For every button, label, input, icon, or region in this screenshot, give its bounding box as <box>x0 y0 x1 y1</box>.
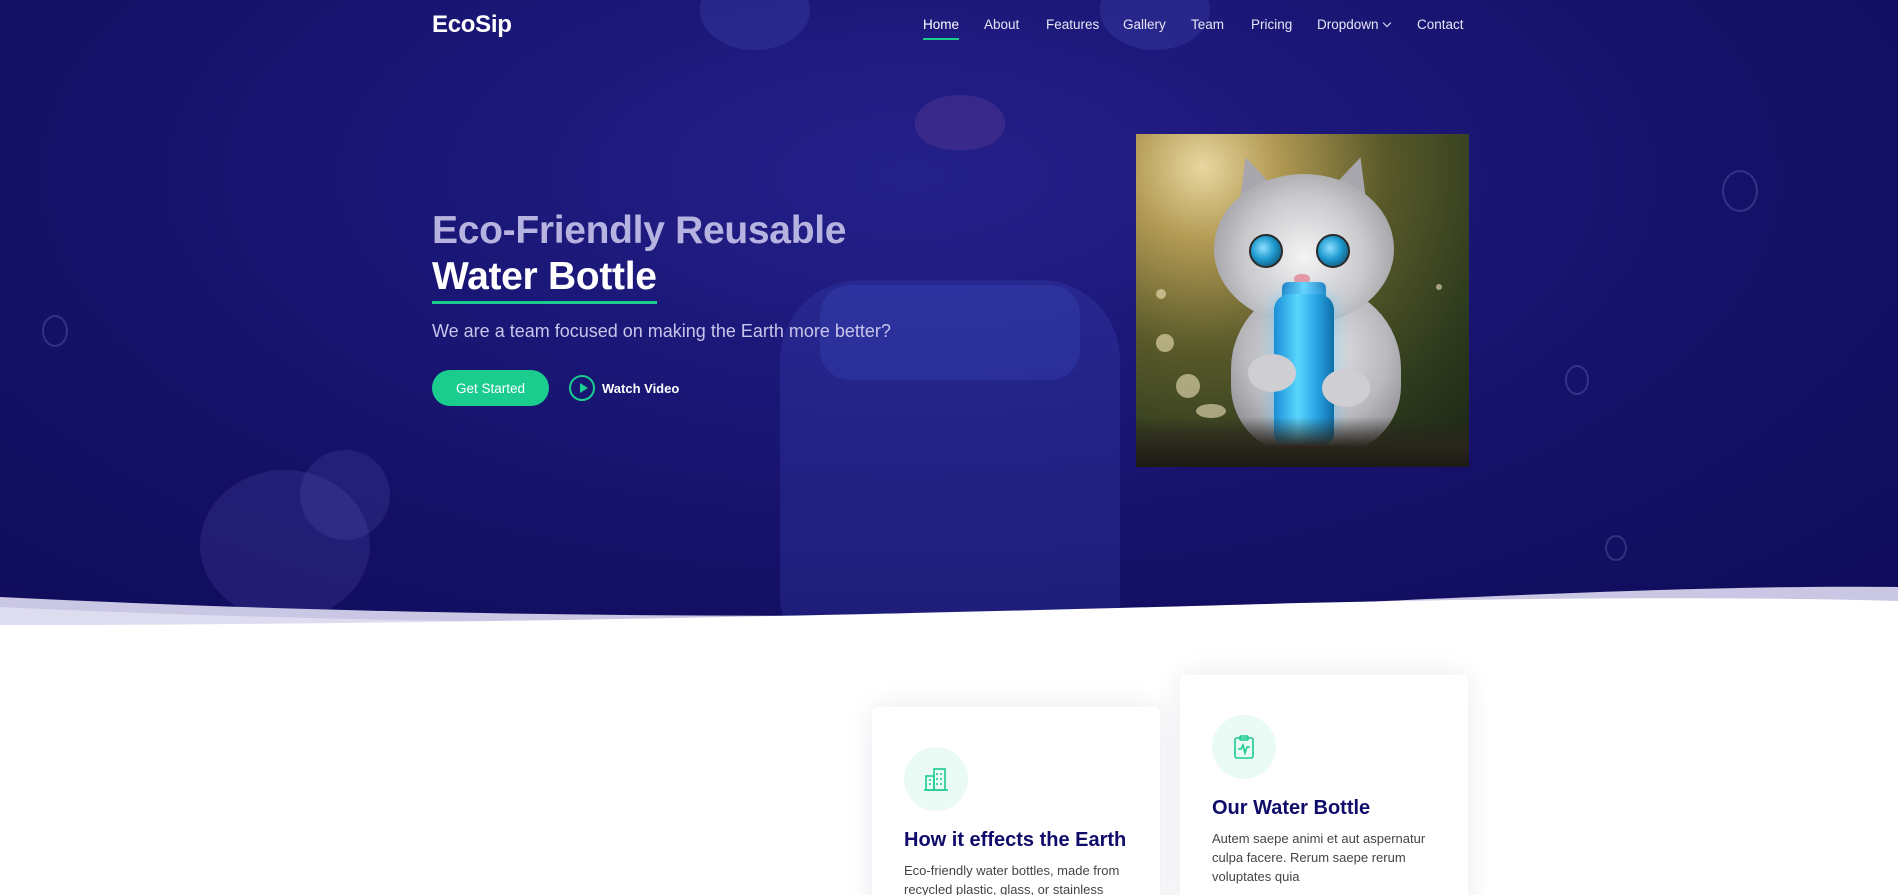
background-cat-eye <box>700 0 810 50</box>
site-logo[interactable]: EcoSip <box>432 11 512 39</box>
hero-wave-divider <box>0 586 1898 630</box>
watch-video-label: Watch Video <box>602 380 680 396</box>
cat-paw <box>1248 354 1296 392</box>
watch-video-button[interactable]: Watch Video <box>569 374 679 402</box>
cat-eye <box>1316 234 1350 268</box>
bubble-decoration <box>42 315 68 347</box>
card-title: Our Water Bottle <box>1212 797 1371 819</box>
bokeh-light <box>1436 284 1442 290</box>
nav-item-pricing[interactable]: Pricing <box>1251 17 1292 32</box>
hero-section <box>0 0 1898 630</box>
nav-item-dropdown-label: Dropdown <box>1317 17 1379 32</box>
nav-item-home[interactable]: Home <box>923 17 960 40</box>
bokeh-light <box>1156 289 1166 299</box>
background-cat-nose <box>915 95 1005 150</box>
page: EcoSip Home About Features Gallery Team … <box>0 0 1898 895</box>
nav-item-team[interactable]: Team <box>1191 17 1224 32</box>
get-started-button[interactable]: Get Started <box>432 370 549 406</box>
clipboard-pulse-icon <box>1212 715 1276 779</box>
card-title: How it effects the Earth <box>904 829 1127 851</box>
cat-eye <box>1249 234 1283 268</box>
bubble-decoration <box>1565 365 1589 395</box>
nav-item-gallery[interactable]: Gallery <box>1123 17 1166 32</box>
bokeh-light <box>1196 404 1226 418</box>
nav-item-dropdown[interactable]: Dropdown <box>1317 17 1391 32</box>
bubble-decoration <box>1605 535 1627 561</box>
bokeh-light <box>1156 334 1174 352</box>
chevron-down-icon <box>1382 18 1391 28</box>
bokeh-decoration <box>300 450 390 540</box>
card-text: Eco-friendly water bottles, made from re… <box>904 863 1120 895</box>
feature-card-earth: How it effects the Earth Eco-friendly wa… <box>872 707 1160 895</box>
building-icon <box>904 747 968 811</box>
hero-subtitle: We are a team focused on making the Eart… <box>432 321 891 341</box>
bokeh-light <box>1176 374 1200 398</box>
nav-item-about[interactable]: About <box>984 17 1019 32</box>
hero-title-line1: Eco-Friendly Reusable <box>432 209 847 252</box>
nav-item-contact[interactable]: Contact <box>1417 17 1464 32</box>
hero-image <box>1136 134 1469 467</box>
bubble-decoration <box>1722 170 1758 212</box>
ground <box>1136 417 1469 467</box>
card-text: Autem saepe animi et aut aspernatur culp… <box>1212 831 1426 884</box>
play-circle-icon <box>569 375 595 401</box>
hero-title: Eco-Friendly Reusable Water Bottle <box>432 208 847 304</box>
nav-item-features[interactable]: Features <box>1046 17 1099 32</box>
feature-card-bottle: Our Water Bottle Autem saepe animi et au… <box>1180 675 1468 895</box>
cat-paw <box>1322 369 1370 407</box>
hero-title-line2: Water Bottle <box>432 255 657 304</box>
